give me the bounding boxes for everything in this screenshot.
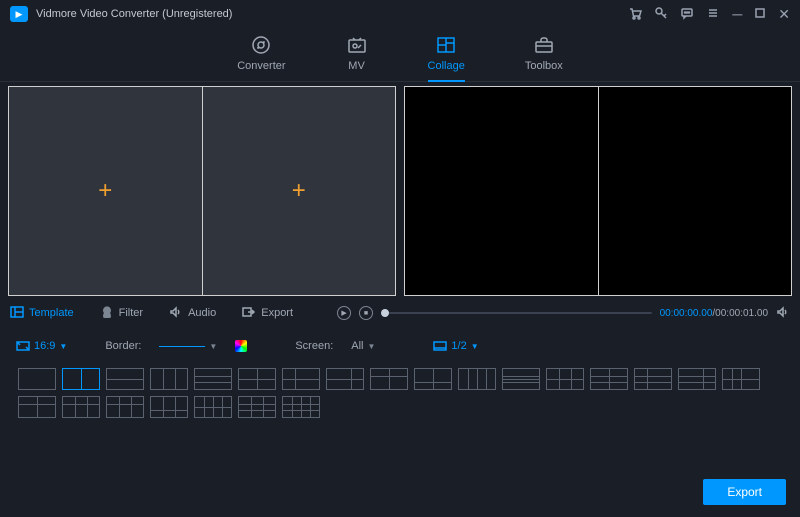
- template-item[interactable]: [106, 396, 144, 418]
- template-item[interactable]: [326, 368, 364, 390]
- screen-label: Screen:: [295, 340, 333, 352]
- template-item[interactable]: [414, 368, 452, 390]
- chevron-down-icon: ▼: [59, 342, 67, 351]
- nav-label: Converter: [237, 60, 285, 72]
- plus-icon: +: [98, 177, 112, 205]
- app-title: Vidmore Video Converter (Unregistered): [36, 8, 232, 20]
- border-color-picker[interactable]: [235, 340, 247, 352]
- template-item[interactable]: [18, 396, 56, 418]
- template-icon: [10, 306, 24, 321]
- tab-export[interactable]: Export: [242, 306, 293, 321]
- collage-icon: [435, 34, 457, 56]
- tab-audio[interactable]: Audio: [169, 306, 216, 321]
- play-button[interactable]: ▶: [337, 306, 351, 320]
- app-logo: ▶: [10, 6, 28, 22]
- converter-icon: [250, 34, 272, 56]
- cart-icon[interactable]: [628, 6, 642, 23]
- collage-editor: + +: [8, 86, 396, 296]
- tab-filter[interactable]: Filter: [100, 306, 143, 321]
- minimize-icon[interactable]: ─: [732, 6, 742, 23]
- template-item[interactable]: [62, 368, 100, 390]
- template-item[interactable]: [634, 368, 672, 390]
- template-item[interactable]: [458, 368, 496, 390]
- template-item[interactable]: [546, 368, 584, 390]
- add-slot-1[interactable]: +: [9, 87, 203, 295]
- page-dropdown[interactable]: 1/2 ▼: [433, 340, 478, 352]
- menu-icon[interactable]: [706, 6, 720, 23]
- volume-icon[interactable]: [776, 306, 790, 321]
- export-button[interactable]: Export: [703, 479, 786, 505]
- template-item[interactable]: [106, 368, 144, 390]
- add-slot-2[interactable]: +: [203, 87, 396, 295]
- nav-converter[interactable]: Converter: [237, 28, 285, 81]
- preview-slot-2: [599, 87, 792, 295]
- preview-slot-1: [405, 87, 599, 295]
- nav-toolbox[interactable]: Toolbox: [525, 28, 563, 81]
- feedback-icon[interactable]: [680, 6, 694, 23]
- template-item[interactable]: [238, 396, 276, 418]
- maximize-icon[interactable]: [754, 6, 766, 23]
- ratio-dropdown[interactable]: 16:9 ▼: [16, 340, 67, 352]
- audio-icon: [169, 306, 183, 321]
- template-item[interactable]: [678, 368, 716, 390]
- template-item[interactable]: [62, 396, 100, 418]
- chevron-down-icon: ▼: [368, 342, 376, 351]
- close-icon[interactable]: ✕: [778, 6, 790, 23]
- template-grid: [0, 360, 800, 426]
- template-item[interactable]: [238, 368, 276, 390]
- nav-label: Collage: [428, 60, 465, 72]
- template-item[interactable]: [370, 368, 408, 390]
- toolbox-icon: [533, 34, 555, 56]
- timecode: 00:00:00.00/00:00:01.00: [660, 308, 768, 319]
- tab-label: Export: [261, 307, 293, 319]
- chevron-down-icon: ▼: [209, 342, 217, 351]
- template-item[interactable]: [282, 396, 320, 418]
- screen-dropdown[interactable]: All ▼: [351, 340, 375, 352]
- chevron-down-icon: ▼: [471, 342, 479, 351]
- template-item[interactable]: [18, 368, 56, 390]
- nav-label: MV: [348, 60, 365, 72]
- tab-template[interactable]: Template: [10, 306, 74, 321]
- template-item[interactable]: [282, 368, 320, 390]
- plus-icon: +: [292, 177, 306, 205]
- tab-label: Filter: [119, 307, 143, 319]
- template-item[interactable]: [150, 396, 188, 418]
- template-item[interactable]: [194, 396, 232, 418]
- template-item[interactable]: [194, 368, 232, 390]
- nav-label: Toolbox: [525, 60, 563, 72]
- border-label: Border:: [105, 340, 141, 352]
- export-icon: [242, 306, 256, 321]
- template-item[interactable]: [590, 368, 628, 390]
- template-item[interactable]: [150, 368, 188, 390]
- nav-collage[interactable]: Collage: [428, 28, 465, 81]
- template-item[interactable]: [502, 368, 540, 390]
- tab-label: Template: [29, 307, 74, 319]
- stop-button[interactable]: ■: [359, 306, 373, 320]
- preview-pane: [404, 86, 792, 296]
- nav-mv[interactable]: MV: [346, 28, 368, 81]
- border-style-dropdown[interactable]: ▼: [159, 342, 217, 351]
- progress-handle[interactable]: [381, 309, 389, 317]
- filter-icon: [100, 306, 114, 321]
- template-item[interactable]: [722, 368, 760, 390]
- mv-icon: [346, 34, 368, 56]
- key-icon[interactable]: [654, 6, 668, 23]
- progress-bar[interactable]: [381, 312, 652, 314]
- tab-label: Audio: [188, 307, 216, 319]
